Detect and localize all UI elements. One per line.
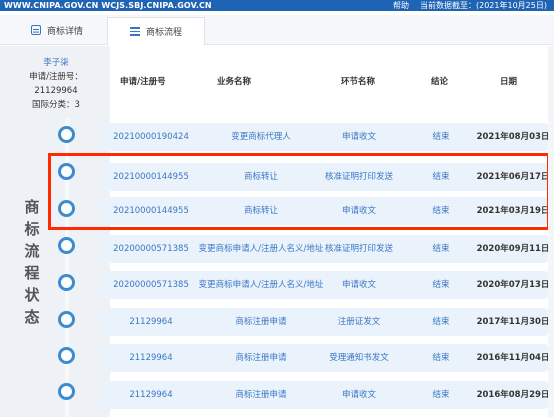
- result-cell[interactable]: 结束: [411, 381, 471, 409]
- table-row[interactable]: 20200000571385 变更商标申请人/注册人名义/地址 核准证明打印发送 结束…: [101, 235, 549, 263]
- date-cell: 2021年08月03日: [476, 132, 550, 142]
- date-cell: 2017年11月30日: [476, 317, 550, 327]
- timeline-node-icon: [58, 237, 75, 254]
- timeline-node-icon: [58, 347, 75, 364]
- step-cell[interactable]: 申请收文: [309, 123, 409, 151]
- result-cell[interactable]: 结束: [411, 271, 471, 299]
- step-cell[interactable]: 注册证发文: [309, 308, 409, 336]
- tab-trademark-details[interactable]: 商标详情: [8, 17, 106, 43]
- highlight-box: [48, 153, 550, 230]
- table-row[interactable]: 21129964 商标注册申请 受理通知书发文 结束 2016年11月04日: [101, 344, 549, 372]
- header-step: 环节名称: [341, 77, 376, 87]
- list-icon: [129, 27, 140, 36]
- date-cell: 2016年11月04日: [476, 353, 550, 363]
- table-row[interactable]: 20210000190424 变更商标代理人 申请收文 结束 2021年08月03日: [101, 123, 549, 151]
- tab-label: 商标详情: [46, 26, 83, 37]
- international-class: 国际分类：3: [32, 100, 80, 110]
- top-banner: WWW.CNIPA.GOV.CN WCJS.SBJ.CNIPA.GOV.CN 帮…: [0, 0, 554, 11]
- result-cell[interactable]: 结束: [411, 235, 471, 263]
- date-cell: 2020年09月11日: [476, 244, 550, 254]
- header-date: 日期: [500, 77, 518, 87]
- help-link[interactable]: 帮助: [393, 0, 409, 11]
- applicant-name[interactable]: 李子柒: [8, 56, 104, 70]
- step-cell[interactable]: 受理通知书发文: [309, 344, 409, 372]
- date-cell: 2020年07月13日: [476, 280, 550, 290]
- tab-label: 商标流程: [145, 28, 182, 38]
- table-row[interactable]: 20200000571385 变更商标申请人/注册人名义/地址 申请收文 结束 2020…: [101, 271, 549, 299]
- table-row[interactable]: 21129964 商标注册申请 申请收文 结束 2016年08月29日: [101, 381, 549, 409]
- result-cell[interactable]: 结束: [411, 123, 471, 151]
- result-cell[interactable]: 结束: [411, 344, 471, 372]
- applicant-info: 李子柒 申请/注册号：21129964 国际分类：3: [8, 56, 104, 112]
- site-urls: WWW.CNIPA.GOV.CN WCJS.SBJ.CNIPA.GOV.CN: [4, 1, 212, 10]
- left-panel: 李子柒 申请/注册号：21129964 国际分类：3 商 标 流 程 状 态: [0, 46, 110, 417]
- timeline-node-icon: [58, 383, 75, 400]
- header-business: 业务名称: [217, 77, 252, 87]
- step-cell[interactable]: 申请收文: [309, 381, 409, 409]
- table-header: 申请/注册号 业务名称 环节名称 结论 日期: [110, 46, 554, 114]
- registration-number: 申请/注册号：21129964: [29, 72, 83, 96]
- header-result: 结论: [431, 77, 449, 87]
- step-cell[interactable]: 核准证明打印发送: [309, 235, 409, 263]
- date-cell: 2016年08月29日: [476, 390, 550, 400]
- timeline-node-icon: [58, 311, 75, 328]
- timeline-node-icon: [58, 274, 75, 291]
- scrollbar[interactable]: [548, 46, 554, 417]
- timeline-node-icon: [58, 126, 75, 143]
- result-cell[interactable]: 结束: [411, 308, 471, 336]
- header-reg-no: 申请/注册号: [120, 77, 166, 87]
- data-date: 当前数据截至：(2021年10月25日): [420, 1, 547, 10]
- step-cell[interactable]: 申请收文: [309, 271, 409, 299]
- table-row[interactable]: 21129964 商标注册申请 注册证发文 结束 2017年11月30日: [101, 308, 549, 336]
- tab-bar: 商标详情 商标流程: [0, 15, 554, 45]
- section-title: 商 标 流 程 状 态: [24, 198, 40, 326]
- tab-trademark-process[interactable]: 商标流程: [107, 17, 205, 45]
- document-icon: [30, 25, 41, 35]
